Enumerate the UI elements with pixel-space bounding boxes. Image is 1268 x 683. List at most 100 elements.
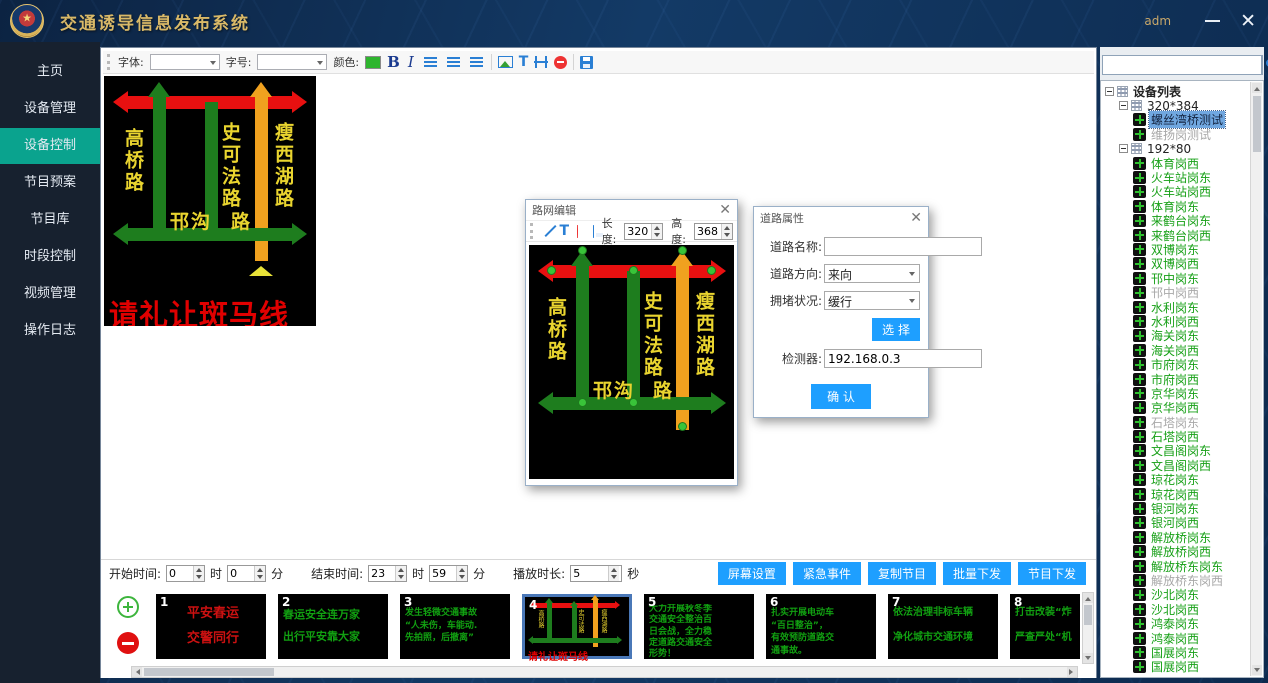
sidebar-item[interactable]: 视频管理 <box>0 276 100 312</box>
spinner-arrows[interactable] <box>721 224 732 239</box>
sign-preview-canvas[interactable]: 高桥路 史可法路 瘦西湖路 邗沟 路 请礼让斑马线 <box>104 76 316 326</box>
height-input[interactable] <box>694 223 733 240</box>
scroll-up-icon[interactable] <box>1252 83 1262 93</box>
align-center-icon[interactable] <box>447 57 460 59</box>
scrollbar-thumb[interactable] <box>1084 605 1092 625</box>
tree-expander-icon[interactable] <box>1119 101 1128 110</box>
tree-row[interactable]: 维扬岗测试 <box>1103 127 1251 141</box>
scroll-down-icon[interactable] <box>1252 665 1262 675</box>
text-tool-icon[interactable]: T <box>560 223 570 239</box>
search-input[interactable] <box>1102 55 1262 75</box>
spinner-arrows[interactable] <box>395 566 406 581</box>
insert-text-icon[interactable]: T <box>519 54 529 70</box>
duration-input[interactable] <box>570 565 622 582</box>
action-button[interactable]: 节目下发 <box>1018 562 1086 585</box>
program-thumbnail-5[interactable]: 5 大力开展秋冬季 交通安全整治百 日会战，全力稳 定道路交通安全 形势！ <box>644 594 754 659</box>
sidebar-item[interactable]: 时段控制 <box>0 239 100 275</box>
action-button[interactable]: 复制节目 <box>868 562 936 585</box>
node-handle[interactable] <box>707 266 716 275</box>
format-toolbar: 字体: 字号: 颜色: B I T <box>103 51 1094 74</box>
delete-icon[interactable] <box>554 56 567 69</box>
confirm-button[interactable]: 确 认 <box>811 384 871 409</box>
node-handle[interactable] <box>547 266 556 275</box>
road-direction-select[interactable]: 来向 <box>824 264 920 283</box>
start-hour-input[interactable] <box>166 565 205 582</box>
action-button[interactable]: 紧急事件 <box>793 562 861 585</box>
sidebar-item[interactable]: 节目预案 <box>0 165 100 201</box>
action-button[interactable]: 屏幕设置 <box>718 562 786 585</box>
tree-expander-icon[interactable] <box>1105 87 1114 96</box>
font-size-select[interactable] <box>257 54 327 70</box>
thumbnails-vertical-scrollbar[interactable] <box>1082 592 1094 664</box>
green-road-arrow-left <box>576 265 589 410</box>
sidebar-item[interactable]: 节目库 <box>0 202 100 238</box>
road-properties-dialog: 道路属性 ✕ 道路名称: 道路方向: 来向 拥堵状况: 缓行 选 择 检测器: … <box>753 206 929 418</box>
road-name-input[interactable] <box>824 237 982 256</box>
congestion-select[interactable]: 缓行 <box>824 291 920 310</box>
thumbnails-horizontal-scrollbar[interactable] <box>131 666 1078 678</box>
align-left-icon[interactable] <box>424 57 437 59</box>
traffic-device-icon <box>1133 401 1146 414</box>
scrollbar-thumb[interactable] <box>144 668 274 676</box>
scroll-right-icon[interactable] <box>1067 667 1077 677</box>
program-thumbnail-1[interactable]: 1 平安春运 交警同行 <box>156 594 266 659</box>
insert-image-icon[interactable] <box>498 56 513 68</box>
close-icon[interactable]: ✕ <box>910 211 922 225</box>
align-right-icon[interactable] <box>470 57 483 59</box>
sidebar-item[interactable]: 设备控制 <box>0 128 100 164</box>
program-thumbnail-7[interactable]: 7 依法治理非标车辆 净化城市交通环境 <box>888 594 998 659</box>
italic-button[interactable]: I <box>406 53 416 71</box>
close-icon[interactable]: ✕ <box>719 203 731 217</box>
font-family-select[interactable] <box>150 54 220 70</box>
toolbar-grip[interactable] <box>530 223 533 239</box>
scroll-up-icon[interactable] <box>1083 593 1093 603</box>
sidebar-item[interactable]: 操作日志 <box>0 313 100 349</box>
action-button[interactable]: 批量下发 <box>943 562 1011 585</box>
color-swatch[interactable] <box>365 56 381 69</box>
program-thumbnail-8[interactable]: 8 打击改装“炸 严查严处“机 <box>1010 594 1080 659</box>
sidebar-item[interactable]: 主页 <box>0 54 100 90</box>
editor-canvas[interactable]: 高桥路 史可法路 瘦西湖路 邗沟 路 <box>529 245 734 479</box>
save-icon[interactable] <box>580 56 593 69</box>
node-handle[interactable] <box>678 422 687 431</box>
node-handle[interactable] <box>578 246 587 255</box>
length-input[interactable] <box>624 223 663 240</box>
end-hour-input[interactable] <box>368 565 407 582</box>
road-network-icon[interactable] <box>534 56 548 68</box>
spinner-arrows[interactable] <box>608 566 619 581</box>
node-handle[interactable] <box>578 398 587 407</box>
tree-vertical-scrollbar[interactable] <box>1250 82 1262 676</box>
node-handle[interactable] <box>678 246 687 255</box>
detector-input[interactable] <box>824 349 982 368</box>
remove-program-button[interactable] <box>117 632 139 654</box>
minimize-icon[interactable] <box>1205 20 1220 22</box>
tree-row[interactable]: 国展岗西 <box>1103 660 1251 674</box>
start-minute-input[interactable] <box>227 565 266 582</box>
node-handle[interactable] <box>629 266 638 275</box>
spinner-arrows[interactable] <box>651 224 662 239</box>
sidebar-item[interactable]: 设备管理 <box>0 91 100 127</box>
spinner-arrows[interactable] <box>456 566 467 581</box>
program-thumbnail-2[interactable]: 2 春运安全连万家 出行平安靠大家 <box>278 594 388 659</box>
spinner-arrows[interactable] <box>193 566 204 581</box>
close-icon[interactable]: ✕ <box>1240 12 1256 31</box>
node-handle[interactable] <box>629 398 638 407</box>
tree-expander-icon[interactable] <box>1119 144 1128 153</box>
end-minute-input[interactable] <box>429 565 468 582</box>
scroll-left-icon[interactable] <box>132 667 142 677</box>
select-detector-button[interactable]: 选 择 <box>872 318 920 341</box>
tree-row[interactable]: 设备列表 <box>1103 84 1251 98</box>
yellow-triangle <box>249 266 273 276</box>
scrollbar-thumb[interactable] <box>1253 96 1261 152</box>
toolbar-grip[interactable] <box>107 54 110 70</box>
add-program-button[interactable] <box>117 596 139 618</box>
search-button[interactable] <box>1262 55 1263 75</box>
spinner-arrows[interactable] <box>254 566 265 581</box>
program-thumbnail-6[interactable]: 6 扎实开展电动车 “百日整治”， 有效预防道路交 通事故。 <box>766 594 876 659</box>
road-editor-title: 路网编辑 <box>532 202 576 218</box>
program-thumbnail-4-selected[interactable]: 4 高桥路 史可法路 瘦西湖路 请礼让斑马线 <box>522 594 632 659</box>
bold-button[interactable]: B <box>387 53 400 71</box>
scroll-down-icon[interactable] <box>1083 653 1093 663</box>
program-thumbnail-3[interactable]: 3 发生轻微交通事故 “人未伤，车能动. 先拍照，后撤离” <box>400 594 510 659</box>
device-search <box>1102 55 1262 75</box>
